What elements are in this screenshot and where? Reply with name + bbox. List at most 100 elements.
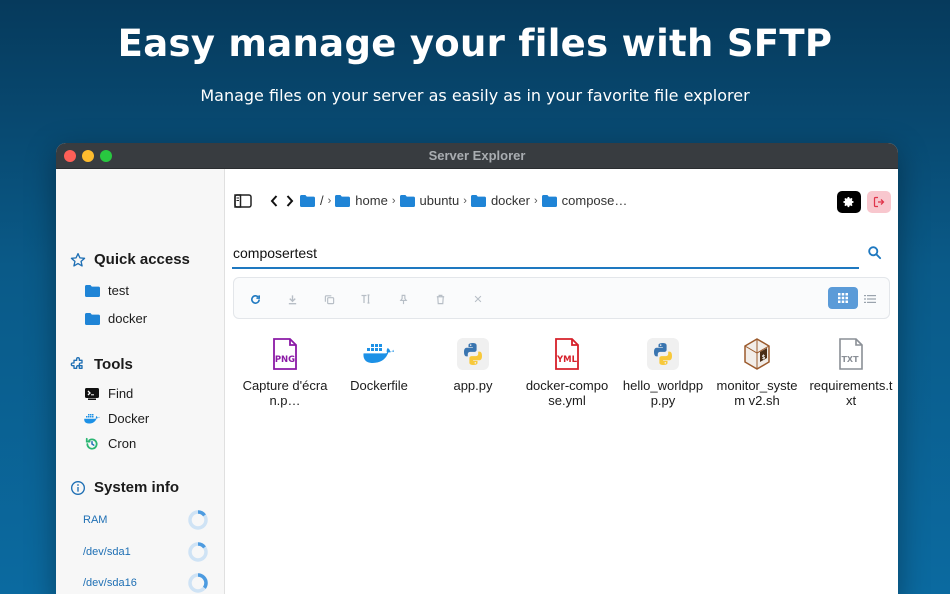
cron-icon — [85, 437, 98, 450]
sidebar-item-docker[interactable]: docker — [84, 311, 147, 326]
folder-icon — [84, 284, 100, 297]
folder-icon — [84, 312, 100, 325]
breadcrumb-root[interactable]: / — [300, 193, 324, 208]
folder-icon — [300, 194, 315, 207]
svg-text:PNG: PNG — [275, 355, 295, 365]
file-item[interactable]: app.py — [430, 337, 516, 393]
puzzle-icon — [70, 356, 83, 369]
breadcrumb-ubuntu[interactable]: ubuntu — [399, 193, 460, 208]
breadcrumb-compose[interactable]: compose… — [541, 193, 627, 208]
app-window: Server Explorer Quick access test docker… — [56, 143, 898, 594]
quick-access-heading: Quick access — [70, 251, 190, 268]
logout-button[interactable] — [867, 191, 891, 213]
tools-title: Tools — [94, 356, 133, 373]
sidebar-item-test[interactable]: test — [84, 283, 129, 298]
file-name: Dockerfile — [350, 378, 408, 393]
breadcrumb-docker[interactable]: docker — [470, 193, 530, 208]
window-title: Server Explorer — [428, 148, 526, 163]
settings-button[interactable] — [837, 191, 861, 213]
shell-script-icon: $ — [744, 338, 770, 370]
file-toolbar — [233, 277, 890, 319]
file-item[interactable]: TXT requirements.txt — [808, 337, 894, 408]
list-view-icon[interactable] — [864, 291, 876, 309]
usage-ring-icon — [188, 510, 208, 530]
file-item[interactable]: $ monitor_system v2.sh — [714, 337, 800, 408]
svg-text:TXT: TXT — [841, 355, 859, 364]
system-info-heading: System info — [70, 479, 179, 496]
svg-text:$: $ — [762, 354, 766, 361]
file-item[interactable]: hello_worldppp.py — [620, 337, 706, 408]
sidebar-item-cron[interactable]: Cron — [84, 436, 136, 451]
star-icon — [70, 252, 86, 267]
docker-icon — [363, 344, 394, 363]
sidebar-item-label: docker — [108, 311, 148, 326]
file-item[interactable]: PNG Capture d'écran.p… — [242, 337, 328, 408]
file-item[interactable]: YML docker-compose.yml — [524, 337, 610, 408]
file-name: requirements.txt — [809, 378, 893, 408]
usage-ring-icon — [188, 542, 208, 562]
sys-info-label: /dev/sda16 — [83, 577, 137, 589]
python-icon — [647, 338, 679, 370]
breadcrumb-label: ubuntu — [419, 193, 460, 208]
file-name: hello_worldppp.py — [622, 378, 704, 408]
logout-icon — [873, 196, 885, 208]
tools-heading: Tools — [70, 356, 133, 373]
sidebar-item-docker-tool[interactable]: Docker — [84, 411, 149, 426]
title-bar: Server Explorer — [56, 143, 898, 169]
breadcrumb-label: docker — [490, 193, 530, 208]
folder-icon — [541, 194, 557, 207]
hero-title: Easy manage your files with SFTP — [117, 22, 833, 65]
trash-icon[interactable] — [432, 291, 448, 307]
main-panel: / › home › ubuntu › docker › compose… co… — [226, 169, 898, 594]
txt-file-icon: TXT — [839, 338, 863, 370]
sidebar-toggle-icon[interactable] — [234, 193, 252, 208]
info-icon — [71, 480, 85, 495]
sys-info-label: /dev/sda1 — [83, 546, 131, 558]
folder-icon — [335, 194, 351, 207]
file-name: app.py — [453, 378, 493, 393]
forward-icon[interactable] — [286, 194, 294, 207]
folder-icon — [470, 194, 486, 207]
sys-info-label: RAM — [83, 514, 108, 526]
quick-access-title: Quick access — [94, 251, 190, 268]
grid-view-button[interactable] — [828, 287, 858, 309]
close-icon[interactable] — [470, 291, 486, 307]
breadcrumb-root-label: / — [320, 193, 324, 208]
refresh-icon[interactable] — [247, 291, 263, 307]
breadcrumb: / › home › ubuntu › docker › compose… — [234, 193, 627, 208]
file-item[interactable]: Dockerfile — [336, 337, 422, 393]
png-file-icon: PNG — [273, 338, 297, 370]
breadcrumb-home[interactable]: home — [335, 193, 388, 208]
breadcrumb-label: home — [355, 193, 388, 208]
download-icon[interactable] — [284, 291, 300, 307]
file-name: monitor_system v2.sh — [716, 378, 798, 408]
search-field[interactable] — [232, 237, 859, 269]
file-grid: PNG Capture d'écran.p… Dockerfile app.py… — [234, 337, 898, 427]
python-icon — [457, 338, 489, 370]
pin-icon[interactable] — [395, 291, 411, 307]
terminal-icon — [85, 387, 99, 400]
sidebar-item-label: test — [108, 283, 129, 298]
sidebar-item-find[interactable]: Find — [84, 386, 133, 401]
back-icon[interactable] — [270, 194, 278, 207]
grid-icon — [838, 293, 848, 303]
gear-icon — [843, 197, 854, 208]
sys-info-sda1: /dev/sda1 — [83, 541, 209, 563]
sys-info-ram: RAM — [83, 509, 209, 531]
search-icon[interactable] — [867, 245, 882, 265]
system-info-title: System info — [94, 479, 180, 496]
copy-icon[interactable] — [321, 291, 337, 307]
sidebar-item-label: Find — [108, 386, 134, 401]
sidebar: Quick access test docker Tools Find Dock… — [56, 169, 225, 594]
sys-info-sda16: /dev/sda16 — [83, 572, 209, 594]
docker-icon — [84, 413, 100, 423]
svg-text:YML: YML — [556, 355, 578, 365]
hero-subtitle: Manage files on your server as easily as… — [200, 86, 750, 105]
sidebar-item-label: Cron — [108, 436, 137, 451]
file-name: Capture d'écran.p… — [242, 378, 328, 408]
rename-icon[interactable] — [358, 291, 374, 307]
sidebar-item-label: Docker — [108, 411, 150, 426]
folder-icon — [399, 194, 415, 207]
search-input[interactable] — [232, 239, 859, 267]
yml-file-icon: YML — [555, 338, 579, 370]
